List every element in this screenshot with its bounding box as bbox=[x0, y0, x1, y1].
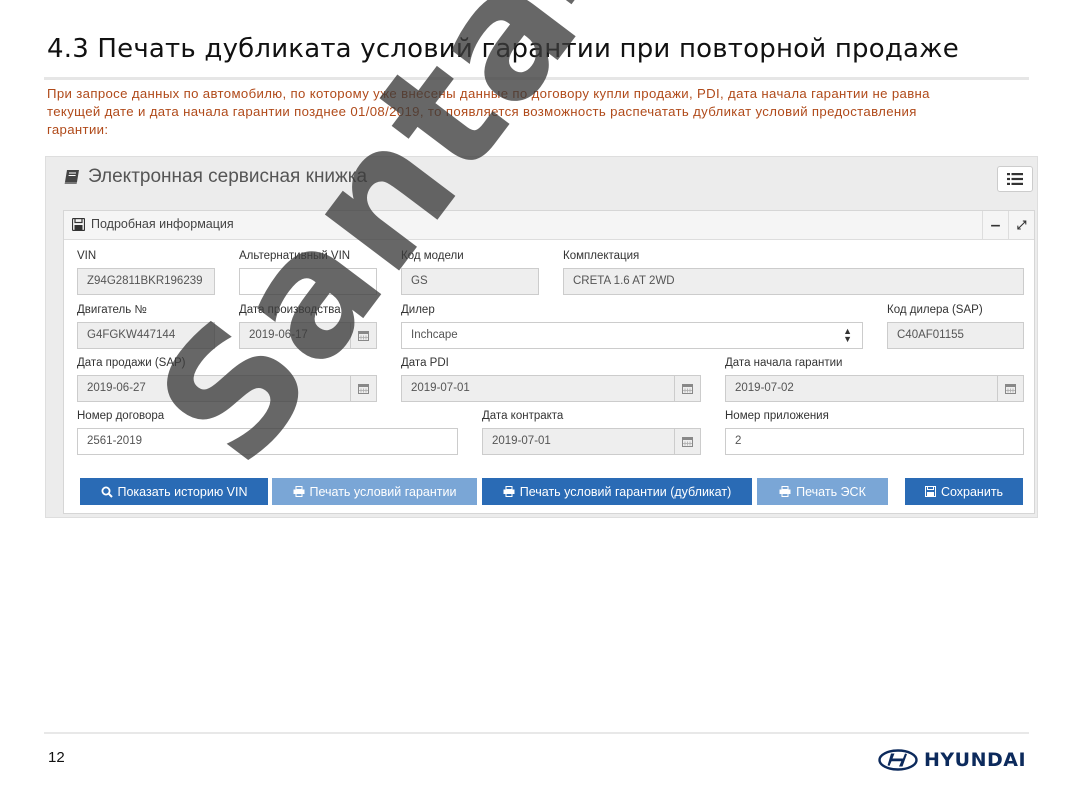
save-label: Сохранить bbox=[940, 484, 1004, 499]
print-warranty-duplicate-label: Печать условий гарантии (дубликат) bbox=[519, 484, 732, 499]
appendix-number-label: Номер приложения bbox=[725, 410, 829, 422]
book-icon bbox=[64, 170, 79, 184]
alt-vin-label: Альтернативный VIN bbox=[239, 250, 351, 262]
dealer-label: Дилер bbox=[401, 304, 435, 316]
calendar-icon[interactable] bbox=[997, 376, 1023, 401]
production-date-label: Дата производства bbox=[239, 304, 341, 316]
intro-text: При запросе данных по автомобилю, по кот… bbox=[47, 86, 930, 137]
vin-label: VIN bbox=[77, 250, 97, 262]
vin-history-button[interactable]: Показать историю VIN bbox=[80, 478, 268, 505]
trim-field[interactable]: CRETA 1.6 AT 2WD bbox=[563, 268, 1024, 295]
contract-date-label: Дата контракта bbox=[482, 410, 564, 422]
print-warranty-button[interactable]: Печать условий гарантии bbox=[272, 478, 477, 505]
production-date-field[interactable]: 2019-06-17 bbox=[239, 322, 377, 349]
warranty-start-label: Дата начала гарантии bbox=[725, 357, 843, 369]
sale-date-value: 2019-06-27 bbox=[87, 382, 146, 394]
production-date-value: 2019-06-17 bbox=[249, 329, 308, 341]
calendar-icon[interactable] bbox=[674, 376, 700, 401]
panel-title-text: Подробная информация bbox=[91, 217, 234, 231]
panel-header: Подробная информация − ⤢ bbox=[64, 211, 1034, 240]
contract-number-field[interactable]: 2561-2019 bbox=[77, 428, 458, 455]
print-icon bbox=[779, 486, 791, 497]
app-header: Электронная сервисная книжка bbox=[46, 157, 1037, 207]
title-divider bbox=[44, 77, 1029, 80]
dealer-select[interactable]: Inchcape ▲ ▼ bbox=[401, 322, 863, 349]
pdi-date-value: 2019-07-01 bbox=[411, 382, 470, 394]
appendix-number-field[interactable]: 2 bbox=[725, 428, 1024, 455]
calendar-icon[interactable] bbox=[350, 323, 376, 348]
slide-title: 4.3 Печать дубликата условий гарантии пр… bbox=[47, 34, 959, 64]
collapse-button[interactable]: − bbox=[982, 211, 1008, 240]
calendar-icon[interactable] bbox=[350, 376, 376, 401]
hyundai-logo: HYUNDAI bbox=[878, 749, 1026, 771]
app-screenshot: Электронная сервисная книжка Подробная и… bbox=[45, 156, 1038, 518]
hyundai-emblem-icon bbox=[878, 749, 918, 771]
list-icon bbox=[1007, 173, 1023, 185]
model-code-label: Код модели bbox=[401, 250, 464, 262]
expand-button[interactable]: ⤢ bbox=[1008, 211, 1034, 240]
contract-date-field[interactable]: 2019-07-01 bbox=[482, 428, 701, 455]
panel-title: Подробная информация bbox=[72, 217, 234, 231]
print-icon bbox=[503, 486, 515, 497]
page-number: 12 bbox=[48, 749, 65, 766]
model-code-field[interactable]: GS bbox=[401, 268, 539, 295]
search-icon bbox=[101, 486, 113, 498]
footer-divider bbox=[44, 732, 1029, 734]
print-esk-button[interactable]: Печать ЭСК bbox=[757, 478, 888, 505]
print-warranty-duplicate-button[interactable]: Печать условий гарантии (дубликат) bbox=[482, 478, 752, 505]
warranty-start-value: 2019-07-02 bbox=[735, 382, 794, 394]
dealer-value: Inchcape bbox=[411, 329, 458, 341]
dealer-code-label: Код дилера (SAP) bbox=[887, 304, 983, 316]
print-warranty-label: Печать условий гарантии bbox=[309, 484, 457, 499]
sale-date-label: Дата продажи (SAP) bbox=[77, 357, 186, 369]
vin-history-label: Показать историю VIN bbox=[117, 484, 248, 499]
menu-button[interactable] bbox=[997, 166, 1033, 192]
contract-date-value: 2019-07-01 bbox=[492, 435, 551, 447]
floppy-icon bbox=[924, 486, 936, 497]
calendar-icon[interactable] bbox=[674, 429, 700, 454]
app-title-text: Электронная сервисная книжка bbox=[88, 166, 368, 187]
sale-date-field[interactable]: 2019-06-27 bbox=[77, 375, 377, 402]
vin-field[interactable]: Z94G2811BKR196239 bbox=[77, 268, 215, 295]
minus-icon: − bbox=[989, 217, 1002, 234]
pdi-date-label: Дата PDI bbox=[401, 357, 449, 369]
brand-name: HYUNDAI bbox=[924, 749, 1027, 771]
contract-number-label: Номер договора bbox=[77, 410, 165, 422]
print-icon bbox=[293, 486, 304, 497]
save-button[interactable]: Сохранить bbox=[905, 478, 1023, 505]
app-title: Электронная сервисная книжка bbox=[64, 166, 367, 188]
alt-vin-field[interactable] bbox=[239, 268, 377, 295]
engine-label: Двигатель № bbox=[77, 304, 147, 316]
pdi-date-field[interactable]: 2019-07-01 bbox=[401, 375, 701, 402]
dealer-code-field[interactable]: C40AF01155 bbox=[887, 322, 1024, 349]
expand-icon: ⤢ bbox=[1016, 218, 1027, 232]
engine-field[interactable]: G4FGKW447144 bbox=[77, 322, 215, 349]
details-panel: Подробная информация − ⤢ VIN Z94G2811BKR… bbox=[63, 210, 1035, 514]
select-arrows-icon: ▲ ▼ bbox=[843, 326, 852, 344]
trim-label: Комплектация bbox=[563, 250, 640, 262]
print-esk-label: Печать ЭСК bbox=[796, 484, 866, 499]
floppy-icon bbox=[72, 217, 85, 231]
warranty-start-field[interactable]: 2019-07-02 bbox=[725, 375, 1024, 402]
